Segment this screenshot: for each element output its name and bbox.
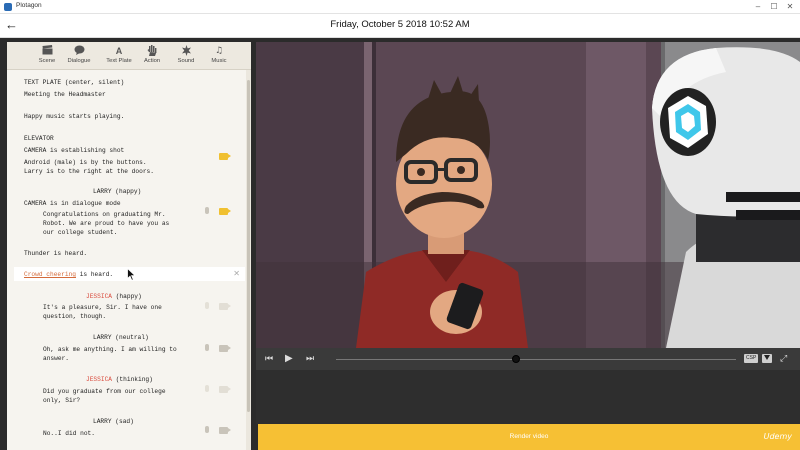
camera-icon[interactable]: [219, 345, 231, 352]
text-plate-tool-label: Text Plate: [106, 58, 132, 64]
hand-icon: [134, 45, 170, 57]
speaker-2-name: JESSICA: [86, 293, 112, 300]
dialogue-4b: only, Sir?: [43, 397, 81, 404]
dialogue-1c: our college student.: [43, 229, 118, 236]
maximize-button[interactable]: ☐: [768, 1, 780, 13]
sound-icon: [168, 45, 204, 57]
camera-line-2: CAMERA is in dialogue mode: [24, 200, 121, 207]
clapperboard-icon: [29, 45, 65, 57]
dialogue-5a: No..I did not.: [43, 430, 95, 437]
app-title: Plotagon: [16, 2, 42, 9]
camera-icon[interactable]: [219, 303, 231, 310]
close-button[interactable]: ✕: [784, 1, 796, 13]
title-bar: Plotagon – ☐ ✕: [0, 0, 800, 14]
action-tool-label: Action: [143, 58, 161, 64]
microphone-icon[interactable]: [205, 207, 209, 214]
text-plate-tool[interactable]: A Text Plate: [101, 45, 137, 69]
speaker-name-4: JESSICA (thinking): [86, 376, 153, 383]
dialogue-2a: It's a pleasure, Sir. I have one: [43, 304, 162, 311]
music-tool-label: Music: [211, 58, 227, 64]
date-time: Friday, October 5 2018 10:52 AM: [330, 19, 470, 30]
sound-line-2: Crowd cheering is heard.: [24, 271, 113, 278]
app-window: Plotagon – ☐ ✕ ← Friday, October 5 2018 …: [0, 0, 800, 450]
speaker-name-3: LARRY (neutral): [93, 334, 149, 341]
dialogue-4a: Did you graduate from our college: [43, 388, 166, 395]
script-panel: Scene Dialogue A Text Plate Action Sound…: [7, 42, 251, 450]
microphone-icon[interactable]: [205, 344, 209, 351]
csp-badge[interactable]: CSP: [744, 354, 759, 363]
close-icon[interactable]: ✕: [233, 269, 240, 278]
text-plate-header: TEXT PLATE (center, silent): [24, 79, 125, 86]
speaker-4-name: JESSICA: [86, 376, 112, 383]
sound-link[interactable]: Crowd cheering: [24, 271, 76, 278]
speaker-4-mood: (thinking): [112, 376, 153, 383]
script-scrollbar[interactable]: [246, 70, 251, 450]
text-plate-icon: A: [115, 46, 123, 56]
timeline-track[interactable]: [336, 359, 736, 360]
camera-icon[interactable]: [219, 153, 231, 160]
music-note-icon: ♫: [214, 46, 224, 56]
header-bar: ← Friday, October 5 2018 10:52 AM: [0, 14, 800, 38]
skip-back-icon[interactable]: ⏮: [265, 353, 273, 365]
microphone-icon[interactable]: [205, 302, 209, 309]
scrollbar-thumb[interactable]: [247, 80, 250, 412]
text-plate-body: Meeting the Headmaster: [24, 91, 106, 98]
dialogue-tool-label: Dialogue: [67, 58, 91, 64]
dialogue-tool[interactable]: Dialogue: [61, 45, 97, 69]
video-preview[interactable]: [256, 42, 800, 348]
udemy-watermark: Udemy: [763, 432, 792, 441]
scene-title: ELEVATOR: [24, 135, 54, 142]
dialogue-2b: question, though.: [43, 313, 107, 320]
dialogue-1b: Robot. We are proud to have you as: [43, 220, 170, 227]
mouse-cursor-icon: [127, 267, 137, 283]
sound-tool[interactable]: Sound: [168, 45, 204, 69]
camera-line-1: CAMERA is establishing shot: [24, 147, 125, 154]
speaker-name-2: JESSICA (happy): [86, 293, 142, 300]
caption-icon[interactable]: [762, 354, 772, 363]
action-tool[interactable]: Action: [134, 45, 170, 69]
sound-line-2-rest: is heard.: [75, 271, 114, 278]
microphone-icon[interactable]: [205, 385, 209, 392]
scene-tool[interactable]: Scene: [29, 45, 65, 69]
camera-icon[interactable]: [219, 386, 231, 393]
empty-area: [256, 370, 800, 424]
minimize-button[interactable]: –: [752, 1, 764, 13]
camera-icon[interactable]: [219, 208, 231, 215]
script-toolbar: Scene Dialogue A Text Plate Action Sound…: [7, 42, 251, 70]
app-icon: [4, 3, 12, 11]
speaker-name-5: LARRY (sad): [93, 418, 134, 425]
microphone-icon[interactable]: [205, 426, 209, 433]
scene-illustration: [256, 42, 800, 348]
play-icon[interactable]: ▶: [285, 353, 293, 365]
render-video-button[interactable]: Render video Udemy: [258, 424, 800, 450]
speaker-name-1: LARRY (happy): [93, 188, 142, 195]
stage-direction-1a: Android (male) is by the buttons.: [24, 159, 147, 166]
stage-direction-1b: Larry is to the right at the doors.: [24, 168, 154, 175]
dialogue-1a: Congratulations on graduating Mr.: [43, 211, 166, 218]
timeline-scrubber[interactable]: [512, 355, 520, 363]
render-video-label: Render video: [509, 433, 549, 440]
speaker-2-mood: (happy): [112, 293, 142, 300]
camera-icon[interactable]: [219, 427, 231, 434]
dialogue-3a: Oh, ask me anything. I am willing to: [43, 346, 177, 353]
music-tool[interactable]: ♫ Music: [201, 45, 237, 69]
speech-bubble-icon: [61, 45, 97, 57]
music-line: Happy music starts playing.: [24, 113, 125, 120]
sound-tool-label: Sound: [177, 58, 195, 64]
skip-forward-icon[interactable]: ⏭: [306, 353, 314, 365]
fullscreen-icon[interactable]: ⤢: [780, 353, 787, 365]
sound-line-1: Thunder is heard.: [24, 250, 88, 257]
dialogue-3b: answer.: [43, 355, 69, 362]
player-controls: ⏮ ▶ ⏭ CSP ⤢: [256, 348, 800, 370]
script-content[interactable]: TEXT PLATE (center, silent) Meeting the …: [7, 70, 245, 450]
scene-tool-label: Scene: [38, 58, 56, 64]
